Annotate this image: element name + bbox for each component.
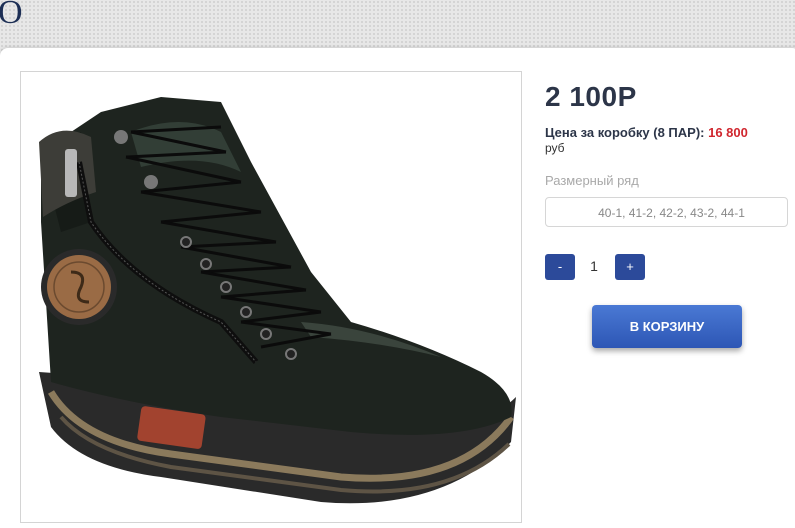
boot-icon xyxy=(39,97,516,504)
unit-price: 2 100Р xyxy=(545,81,637,112)
size-range-select[interactable]: 40-1, 41-2, 42-2, 43-2, 44-1 xyxy=(545,197,788,227)
box-price-label: Цена за коробку (8 ПАР): xyxy=(545,125,705,140)
quantity-decrease-button[interactable]: - xyxy=(545,254,575,280)
site-logo-fragment[interactable]: O xyxy=(0,0,23,32)
product-image[interactable] xyxy=(20,71,522,523)
size-range-label: Размерный ряд xyxy=(545,173,639,188)
box-price-value: 16 800 xyxy=(708,125,748,140)
add-to-cart-button[interactable]: В КОРЗИНУ xyxy=(592,305,742,348)
quantity-increase-button[interactable]: + xyxy=(615,254,645,280)
quantity-input[interactable]: 1 xyxy=(582,258,606,274)
box-price: Цена за коробку (8 ПАР): 16 800 xyxy=(545,125,748,140)
currency-label: руб xyxy=(545,141,565,155)
